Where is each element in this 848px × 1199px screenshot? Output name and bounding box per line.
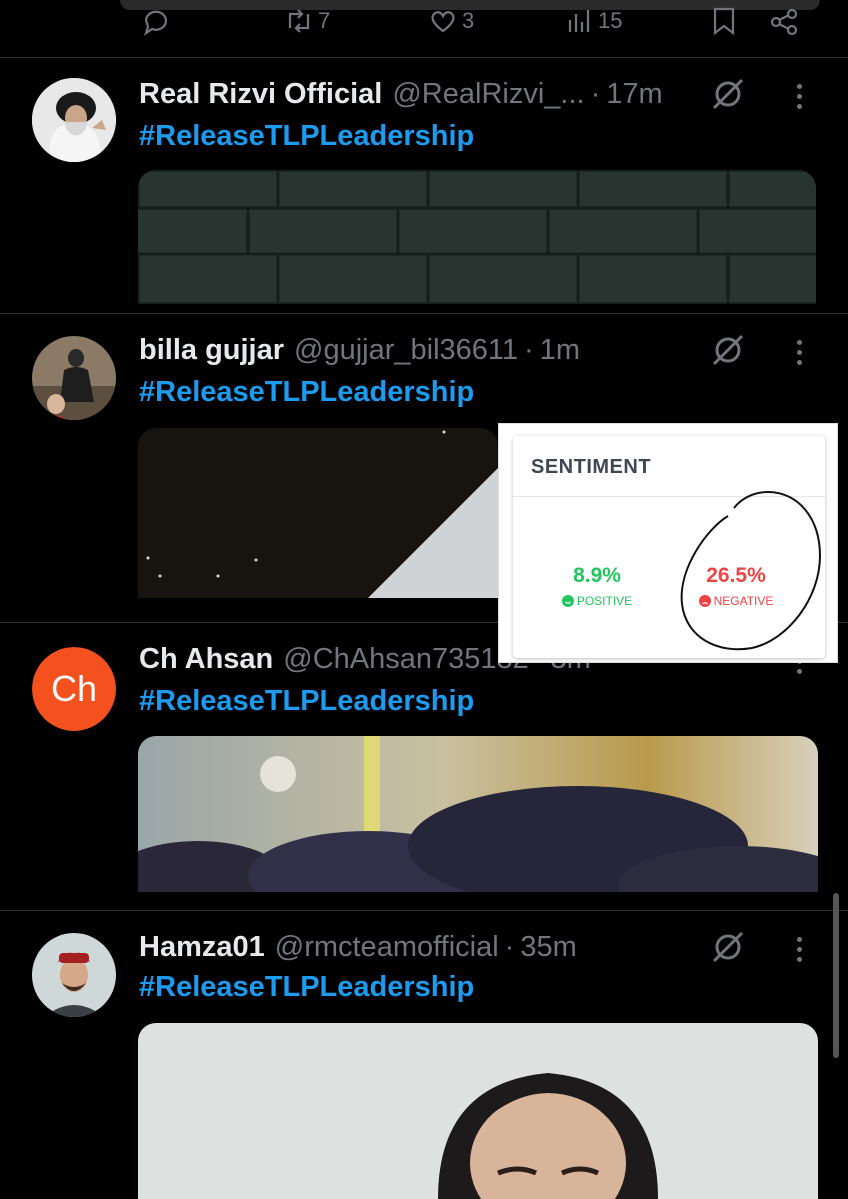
avatar-initials: Ch xyxy=(32,647,116,731)
like-button[interactable]: 3 xyxy=(428,6,474,36)
bookmark-icon xyxy=(713,7,735,36)
tweet-card[interactable]: Ch Ch Ahsan @ChAhsan735182 · 3m #Release… xyxy=(0,623,848,910)
sentiment-overlay: SENTIMENT 8.9% POSITIVE 26.5% NEGATIVE xyxy=(498,423,838,663)
reply-button[interactable] xyxy=(140,6,172,38)
tweet-media[interactable] xyxy=(138,170,816,304)
timestamp[interactable]: 35m xyxy=(520,931,576,964)
positive-value: 8.9% xyxy=(573,564,621,587)
smile-face-icon xyxy=(561,595,574,607)
tweet-media[interactable] xyxy=(138,1023,818,1199)
brick-wall-image xyxy=(138,170,816,304)
separator: · xyxy=(590,78,601,110)
hashtag-link[interactable]: #ReleaseTLPLeadership xyxy=(139,971,474,1004)
tweet-card[interactable]: Hamza01 @rmcteamofficial · 35m #ReleaseT… xyxy=(0,911,848,1199)
tweet-card[interactable]: Real Rizvi Official @RealRizvi_... · 17m… xyxy=(0,58,848,313)
avatar[interactable] xyxy=(32,933,116,1017)
separator: · xyxy=(504,931,515,963)
user-handle[interactable]: @RealRizvi_... xyxy=(392,78,584,111)
reply-icon xyxy=(143,10,168,36)
timestamp[interactable]: 1m xyxy=(540,334,580,367)
grok-button[interactable] xyxy=(710,332,746,368)
user-handle[interactable]: @gujjar_bil36611 xyxy=(294,334,518,367)
hashtag-link[interactable]: #ReleaseTLPLeadership xyxy=(139,376,474,409)
hashtag-link[interactable]: #ReleaseTLPLeadership xyxy=(139,120,474,153)
portrait-image xyxy=(138,1023,818,1199)
negative-label-row: NEGATIVE xyxy=(691,594,781,608)
negative-label: NEGATIVE xyxy=(713,594,774,608)
avatar[interactable]: Ch xyxy=(32,647,116,731)
display-name[interactable]: billa gujjar xyxy=(139,334,284,367)
views-count: 15 xyxy=(598,8,623,33)
retweet-button[interactable]: 7 xyxy=(284,6,330,36)
tweet-media[interactable] xyxy=(138,736,818,892)
separator: · xyxy=(524,334,534,366)
hashtag-link[interactable]: #ReleaseTLPLeadership xyxy=(139,685,474,718)
negative-value: 26.5% xyxy=(706,564,766,587)
avatar[interactable] xyxy=(32,336,116,420)
views-button[interactable]: 15 xyxy=(566,6,622,36)
divider xyxy=(513,496,825,497)
like-count: 3 xyxy=(462,8,475,33)
sentiment-panel: SENTIMENT 8.9% POSITIVE 26.5% NEGATIVE xyxy=(513,436,825,658)
avatar-photo xyxy=(32,933,116,1017)
grok-button[interactable] xyxy=(710,76,746,112)
timestamp[interactable]: 17m xyxy=(606,78,662,111)
frown-face-icon xyxy=(698,595,711,607)
share-icon xyxy=(770,8,798,36)
tweet-header: Real Rizvi Official @RealRizvi_... · 17m xyxy=(139,78,663,111)
positive-label-row: POSITIVE xyxy=(557,594,637,608)
positive-stat: 8.9% POSITIVE xyxy=(557,564,637,608)
tweet-media[interactable] xyxy=(138,428,498,598)
crowd-turbans-image xyxy=(138,736,818,892)
more-options-button[interactable] xyxy=(790,78,808,114)
retweet-icon xyxy=(288,9,310,33)
grok-icon xyxy=(712,78,744,110)
tweet-header: billa gujjar @gujjar_bil36611 · 1m xyxy=(139,334,580,367)
grok-button[interactable] xyxy=(710,929,746,965)
positive-label: POSITIVE xyxy=(576,594,633,608)
sentiment-title: SENTIMENT xyxy=(531,456,652,478)
tweet-header: Hamza01 @rmcteamofficial · 35m xyxy=(139,931,577,964)
heart-icon xyxy=(431,11,455,33)
negative-stat: 26.5% NEGATIVE xyxy=(691,564,781,608)
user-handle[interactable]: @rmcteamofficial xyxy=(275,931,499,964)
bookmark-button[interactable] xyxy=(710,6,738,36)
display-name[interactable]: Hamza01 xyxy=(139,931,265,964)
avatar-photo xyxy=(32,78,116,162)
retweet-count: 7 xyxy=(318,8,331,33)
grok-icon xyxy=(712,931,744,963)
display-name[interactable]: Ch Ahsan xyxy=(139,643,273,676)
display-name[interactable]: Real Rizvi Official xyxy=(139,78,382,111)
user-handle[interactable]: @ChAhsan735182 xyxy=(283,643,529,676)
avatar-photo xyxy=(32,336,116,420)
more-options-button[interactable] xyxy=(790,931,808,967)
grok-icon xyxy=(712,334,744,366)
more-options-button[interactable] xyxy=(790,334,808,370)
avatar[interactable] xyxy=(32,78,116,162)
dark-video-frame xyxy=(138,428,498,598)
views-icon xyxy=(568,10,590,32)
scrollbar[interactable] xyxy=(833,893,839,1058)
share-button[interactable] xyxy=(768,6,800,38)
previous-tweet-action-bar: 7 3 15 xyxy=(0,0,848,58)
